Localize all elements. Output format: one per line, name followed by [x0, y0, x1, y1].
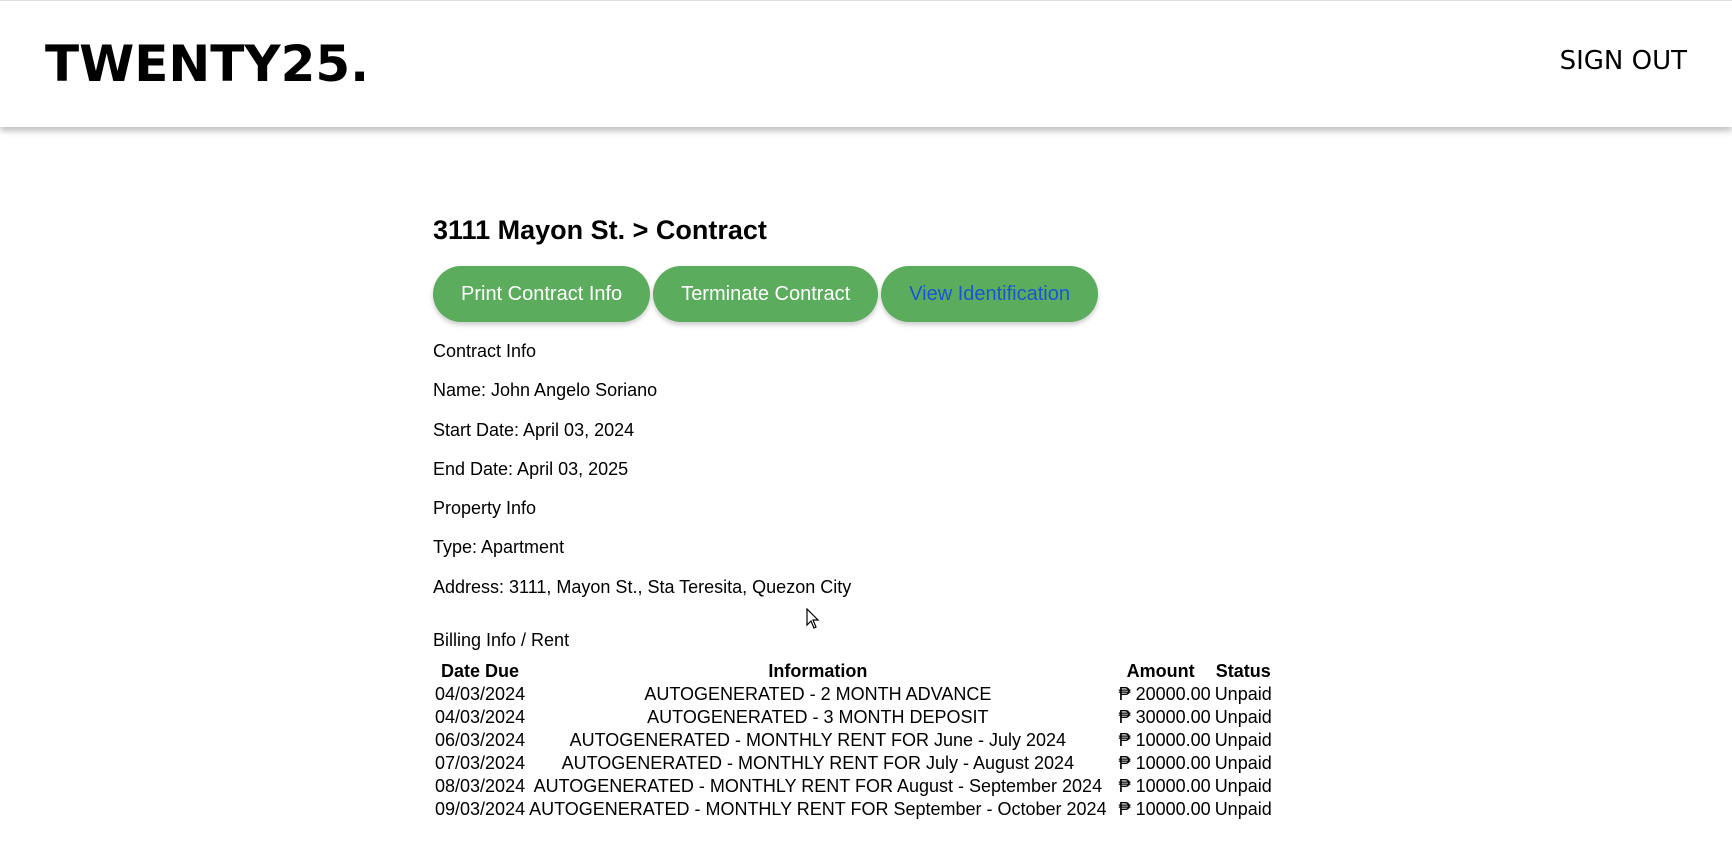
- cell-date: 04/03/2024: [435, 707, 526, 728]
- view-identification-button[interactable]: View Identification: [881, 266, 1098, 322]
- cell-info: AUTOGENERATED - MONTHLY RENT FOR Septemb…: [529, 799, 1107, 820]
- start-date: Start Date: April 03, 2024: [433, 419, 635, 440]
- property-address: Address: 3111, Mayon St., Sta Teresita, …: [433, 576, 852, 597]
- column-header-information: Information: [768, 661, 868, 682]
- contract-info-heading: Contract Info: [433, 341, 537, 361]
- cell-info: AUTOGENERATED - 3 MONTH DEPOSIT: [647, 707, 989, 728]
- cell-amount: ₱ 10000.00: [1118, 753, 1211, 774]
- cell-status: Unpaid: [1214, 753, 1272, 774]
- table-header-row: Date Due Information Amount Status: [433, 659, 1274, 683]
- column-header-date-due: Date Due: [441, 661, 520, 682]
- cell-info: AUTOGENERATED - MONTHLY RENT FOR July - …: [561, 753, 1075, 774]
- cell-amount: ₱ 10000.00: [1118, 776, 1211, 797]
- cell-info: AUTOGENERATED - MONTHLY RENT FOR June - …: [569, 730, 1067, 751]
- billing-table: Date Due Information Amount Status 04/03…: [433, 659, 1274, 821]
- column-header-amount: Amount: [1126, 661, 1195, 682]
- table-row: 04/03/2024 AUTOGENERATED - 3 MONTH DEPOS…: [433, 706, 1274, 729]
- cell-status: Unpaid: [1214, 730, 1272, 751]
- cell-status: Unpaid: [1214, 799, 1272, 820]
- column-header-status: Status: [1215, 661, 1271, 682]
- cell-status: Unpaid: [1214, 707, 1272, 728]
- cell-amount: ₱ 10000.00: [1118, 730, 1211, 751]
- table-row: 08/03/2024 AUTOGENERATED - MONTHLY RENT …: [433, 775, 1274, 798]
- cell-date: 04/03/2024: [435, 684, 526, 705]
- sign-out-link[interactable]: SIGN OUT: [1560, 46, 1687, 76]
- tenant-name: Name: John Angelo Soriano: [433, 380, 658, 401]
- cell-status: Unpaid: [1214, 684, 1272, 705]
- print-contract-button[interactable]: Print Contract Info: [433, 266, 651, 322]
- app-logo[interactable]: TWENTY25.: [45, 35, 369, 93]
- end-date: End Date: April 03, 2025: [433, 458, 629, 479]
- table-row: 06/03/2024 AUTOGENERATED - MONTHLY RENT …: [433, 729, 1274, 752]
- action-buttons: Print Contract Info Terminate Contract V…: [433, 266, 1333, 322]
- cell-amount: ₱ 30000.00: [1118, 707, 1211, 728]
- cell-date: 09/03/2024: [435, 799, 526, 820]
- table-row: 07/03/2024 AUTOGENERATED - MONTHLY RENT …: [433, 752, 1274, 775]
- table-row: 04/03/2024 AUTOGENERATED - 2 MONTH ADVAN…: [433, 683, 1274, 706]
- main-content: 3111 Mayon St. > Contract Print Contract…: [433, 210, 1333, 821]
- cell-status: Unpaid: [1214, 776, 1272, 797]
- property-type: Type: Apartment: [433, 537, 565, 558]
- cell-date: 07/03/2024: [435, 753, 526, 774]
- property-info-heading: Property Info: [433, 498, 537, 519]
- cell-amount: ₱ 20000.00: [1118, 684, 1211, 705]
- cell-date: 08/03/2024: [435, 776, 526, 797]
- cell-info: AUTOGENERATED - MONTHLY RENT FOR August …: [533, 776, 1103, 797]
- cell-date: 06/03/2024: [435, 730, 526, 751]
- billing-heading: Billing Info / Rent: [433, 630, 570, 651]
- top-header: TWENTY25. SIGN OUT: [0, 0, 1732, 127]
- page-title: 3111 Mayon St. > Contract: [433, 215, 767, 245]
- cell-info: AUTOGENERATED - 2 MONTH ADVANCE: [644, 684, 992, 705]
- contract-info-section: Contract Info Name: John Angelo Soriano …: [433, 332, 1333, 607]
- cell-amount: ₱ 10000.00: [1118, 799, 1211, 820]
- table-row: 09/03/2024 AUTOGENERATED - MONTHLY RENT …: [433, 798, 1274, 821]
- mouse-cursor-icon: [806, 608, 820, 629]
- terminate-contract-button[interactable]: Terminate Contract: [653, 266, 879, 322]
